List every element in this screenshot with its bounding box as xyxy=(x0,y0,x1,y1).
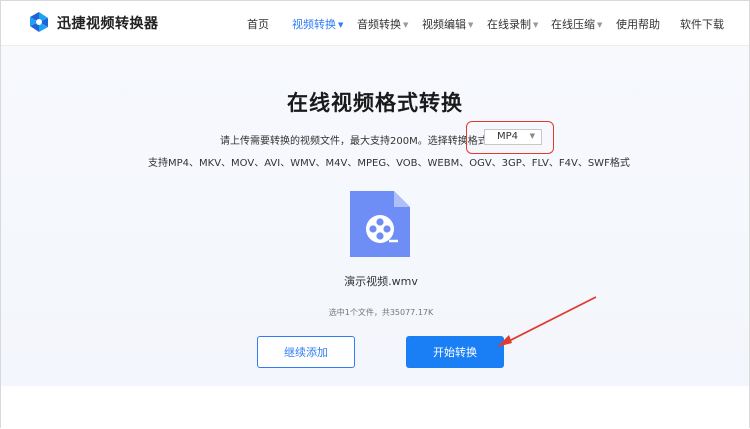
nav-home[interactable]: 首页 xyxy=(247,16,269,32)
file-count-info: 选中1个文件，共35077.17K xyxy=(328,308,434,317)
nav-download[interactable]: 软件下载 xyxy=(680,16,724,32)
file-name: 演示视频.wmv xyxy=(344,275,418,288)
nav-online-record[interactable]: 在线录制 ▼ xyxy=(487,16,538,32)
annotation-highlight-box xyxy=(466,121,554,154)
logo-icon xyxy=(30,12,48,32)
chevron-down-icon: ▼ xyxy=(403,21,409,29)
footer-area xyxy=(1,386,749,428)
nav-video-edit[interactable]: 视频编辑 ▼ xyxy=(422,16,473,32)
page-title: 在线视频格式转换 xyxy=(287,91,463,115)
top-header: 迅捷视频转换器 首页 视频转换 ▼ 音频转换 ▼ 视频编辑 ▼ 在线录制 ▼ 在线压缩 ▼… xyxy=(1,1,749,46)
add-more-button[interactable]: 继续添加 xyxy=(257,336,355,368)
brand-name[interactable]: 迅捷视频转换器 xyxy=(57,13,159,33)
video-file-icon xyxy=(350,191,410,257)
chevron-down-icon: ▼ xyxy=(597,21,603,29)
chevron-down-icon: ▼ xyxy=(468,21,474,29)
nav-help[interactable]: 使用帮助 xyxy=(616,16,660,32)
chevron-down-icon: ▼ xyxy=(533,21,539,29)
supported-formats: 支持MP4、MKV、MOV、AVI、WMV、M4V、MPEG、VOB、WEBM、… xyxy=(148,158,630,169)
nav-online-compress[interactable]: 在线压缩 ▼ xyxy=(551,16,602,32)
nav-audio-convert[interactable]: 音频转换 ▼ xyxy=(357,16,408,32)
start-convert-button[interactable]: 开始转换 xyxy=(406,336,504,368)
upload-hint: 请上传需要转换的视频文件，最大支持200M。选择转换格式： xyxy=(220,136,498,147)
chevron-down-icon: ▼ xyxy=(338,21,344,29)
nav-video-convert[interactable]: 视频转换 ▼ xyxy=(292,16,343,32)
